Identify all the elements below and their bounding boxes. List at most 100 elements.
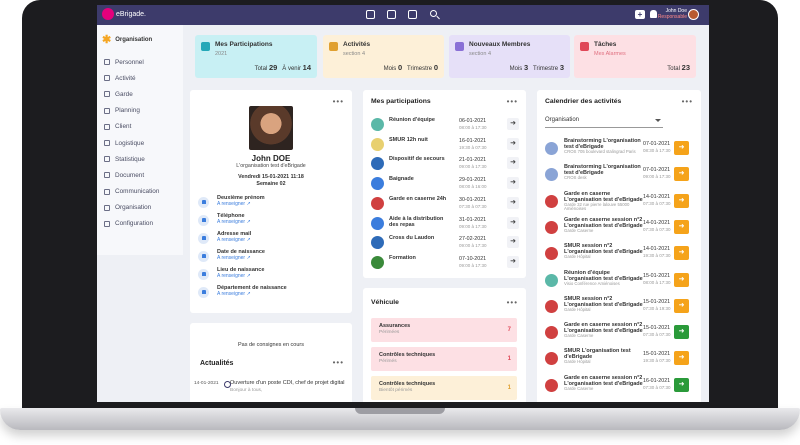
vehicule-item[interactable]: Assurances Périmées 7 — [371, 318, 517, 342]
stat-value: 14 — [302, 63, 311, 72]
stat-card-participations[interactable]: Mes Participations 2021 Total 29 À venir… — [195, 35, 317, 78]
field-link[interactable]: A renseigner ↗ — [217, 291, 287, 297]
news-item-title[interactable]: Ouverture d'un poste CDI, chef de projet… — [230, 380, 348, 386]
arrow-right-icon[interactable]: ➜ — [507, 137, 519, 150]
search-icon[interactable] — [430, 10, 437, 17]
sidebar-item-planning[interactable]: Planning — [104, 103, 159, 119]
sidebar-item-garde[interactable]: Garde — [104, 86, 159, 102]
arrow-right-icon[interactable]: ➜ — [507, 255, 519, 268]
participation-row[interactable]: Dispositif de secours 21-01-2021 09:00 à 1… — [369, 155, 519, 175]
field-link[interactable]: A renseigner ↗ — [217, 219, 251, 225]
calendar-row[interactable]: Garde en caserne L'organisation test d'e… — [543, 189, 689, 215]
participation-row[interactable]: Garde en caserne 24h 30-01-2021 07:30 à 07… — [369, 195, 519, 215]
more-icon[interactable]: ••• — [333, 97, 344, 106]
avatar[interactable] — [688, 9, 699, 20]
participation-row[interactable]: Cross du Laudon 27-02-2021 09:00 à 17:30 ➜ — [369, 234, 519, 254]
participation-name: Baignade — [389, 176, 414, 183]
calendar-row[interactable]: Réunion d'équipe L'organisation test d'e… — [543, 268, 689, 294]
profile-field[interactable]: Deuxième prénom A renseigner ↗ — [198, 195, 265, 212]
calendar-row[interactable]: Brainstorming L'organisation test d'eBri… — [543, 162, 689, 188]
more-icon[interactable]: ••• — [682, 97, 693, 106]
stat-value: 0 — [433, 63, 438, 72]
profile-field[interactable]: Département de naissance A renseigner ↗ — [198, 285, 287, 302]
stat-title: Nouveaux Membres — [469, 41, 531, 48]
more-icon[interactable]: ••• — [507, 298, 518, 307]
profile-field[interactable]: Adresse mail A renseigner ↗ — [198, 231, 251, 248]
vehicule-item[interactable]: Contrôles techniques Bientôt périmés 1 — [371, 376, 517, 400]
arrow-right-button[interactable]: ➜ — [674, 219, 689, 234]
participation-row[interactable]: Aide à la distribution des repas 31-01-20… — [369, 215, 519, 235]
more-icon[interactable]: ••• — [333, 358, 344, 367]
calendar-row[interactable]: SMUR session n°2 L'organisation test d'e… — [543, 294, 689, 320]
calendar-row[interactable]: Garde en caserne session n°2 L'organisat… — [543, 373, 689, 399]
arrow-right-button[interactable]: ➜ — [674, 377, 689, 392]
sidebar-item-logistique[interactable]: Logistique — [104, 135, 159, 151]
vehicule-sub: Bientôt périmés — [379, 388, 413, 393]
profile-field[interactable]: Téléphone A renseigner ↗ — [198, 213, 251, 230]
participation-row[interactable]: SMUR 12h nuit 16-01-2021 19:30 à 07:30 ➜ — [369, 136, 519, 156]
participation-row[interactable]: Formation 07-10-2021 09:00 à 17:30 ➜ — [369, 254, 519, 274]
calendar-row[interactable]: Brainstorming L'organisation test d'eBri… — [543, 136, 689, 162]
stat-value: 0 — [397, 63, 403, 72]
field-link[interactable]: A renseigner ↗ — [217, 273, 264, 279]
calendar-row[interactable]: Garde en caserne session n°2 L'organisat… — [543, 320, 689, 346]
sidebar-item-document[interactable]: Document — [104, 167, 159, 183]
calendar-row[interactable]: Garde en caserne session n°2 L'organisat… — [543, 215, 689, 241]
field-link[interactable]: A renseigner ↗ — [217, 201, 265, 207]
arrow-right-button[interactable]: ➜ — [674, 351, 689, 366]
stat-card-nouveaux-membres[interactable]: Nouveaux Membres section 4 Mois 3 Trimes… — [449, 35, 570, 78]
user-menu[interactable]: John Doe Responsable — [658, 8, 687, 20]
arrow-right-icon[interactable]: ➜ — [507, 196, 519, 209]
stat-card-activites[interactable]: Activités section 4 Mois 0 Trimestre 0 — [323, 35, 444, 78]
sidebar-item-communication[interactable]: Communication — [104, 184, 159, 200]
participation-row[interactable]: Réunion d'équipe 06-01-2021 08:00 à 17:30 ➜ — [369, 116, 519, 136]
sidebar-item-activite[interactable]: Activité — [104, 70, 159, 86]
arrow-right-button[interactable]: ➜ — [674, 193, 689, 208]
field-link[interactable]: A renseigner ↗ — [217, 237, 251, 243]
arrow-right-icon[interactable]: ➜ — [507, 236, 519, 249]
sidebar-item-statistique[interactable]: Statistique — [104, 151, 159, 167]
arrow-right-button[interactable]: ➜ — [674, 141, 689, 155]
arrow-right-icon[interactable]: ➜ — [507, 157, 519, 170]
organisation-select[interactable]: Organisation — [545, 114, 663, 128]
stat-label: Trimestre — [533, 66, 559, 72]
sidebar-item-organisation[interactable]: Organisation — [104, 200, 159, 216]
arrow-right-button[interactable]: ➜ — [674, 246, 689, 261]
arrow-right-icon[interactable]: ➜ — [507, 118, 519, 130]
stat-subtitle: section 4 — [469, 51, 492, 57]
sidebar-item-label: Client — [115, 123, 132, 131]
sidebar-item-client[interactable]: Client — [104, 119, 159, 135]
sidebar-item-personnel[interactable]: Personnel — [104, 54, 159, 70]
stat-card-taches[interactable]: Tâches Mes Alarmes Total 23 — [574, 35, 696, 78]
sidebar: ✱ Organisation Personnel Activité Garde … — [97, 25, 183, 255]
participation-row[interactable]: Baignade 29-01-2021 08:00 à 16:00 ➜ — [369, 175, 519, 195]
calendar-icon[interactable] — [366, 10, 375, 19]
arrow-right-button[interactable]: ➜ — [674, 167, 689, 182]
field-link[interactable]: A renseigner ↗ — [217, 255, 265, 261]
vehicule-item[interactable]: Contrôles techniques Périmés 1 — [371, 347, 517, 371]
app-logo[interactable]: eBrigade. — [102, 8, 146, 20]
calendar-item-date: 15-01-2021 — [643, 272, 671, 279]
sidebar-org[interactable]: ✱ Organisation — [102, 33, 152, 46]
arrow-right-button[interactable]: ➜ — [674, 325, 689, 340]
arrow-right-icon[interactable]: ➜ — [507, 216, 519, 229]
calendar-row[interactable]: SMUR L'organisation test d'eBrigade Garde… — [543, 346, 689, 372]
stat-title: Activités — [343, 41, 371, 48]
arrow-right-button[interactable]: ➜ — [674, 298, 689, 313]
client-icon — [104, 123, 110, 130]
profile-field[interactable]: Lieu de naissance A renseigner ↗ — [198, 267, 264, 284]
calendar-day-icon[interactable] — [387, 10, 396, 19]
more-icon[interactable]: ••• — [507, 97, 518, 106]
sidebar-org-label: Organisation — [115, 36, 153, 43]
org-star-icon: ✱ — [102, 34, 112, 46]
calendar-week-icon[interactable] — [408, 10, 417, 19]
arrow-right-button[interactable]: ➜ — [674, 272, 689, 287]
calendar-item-time: 08:00 à 17:30 — [643, 279, 671, 285]
calendar-row[interactable]: SMUR session n°2 L'organisation test d'e… — [543, 241, 689, 267]
profile-field[interactable]: Date de naissance A renseigner ↗ — [198, 249, 265, 266]
arrow-right-icon[interactable]: ➜ — [507, 177, 519, 190]
add-button[interactable]: + — [635, 10, 645, 19]
bell-icon[interactable] — [650, 10, 657, 18]
sidebar-item-configuration[interactable]: Configuration — [104, 216, 159, 232]
stat-label: Mois — [509, 66, 523, 72]
